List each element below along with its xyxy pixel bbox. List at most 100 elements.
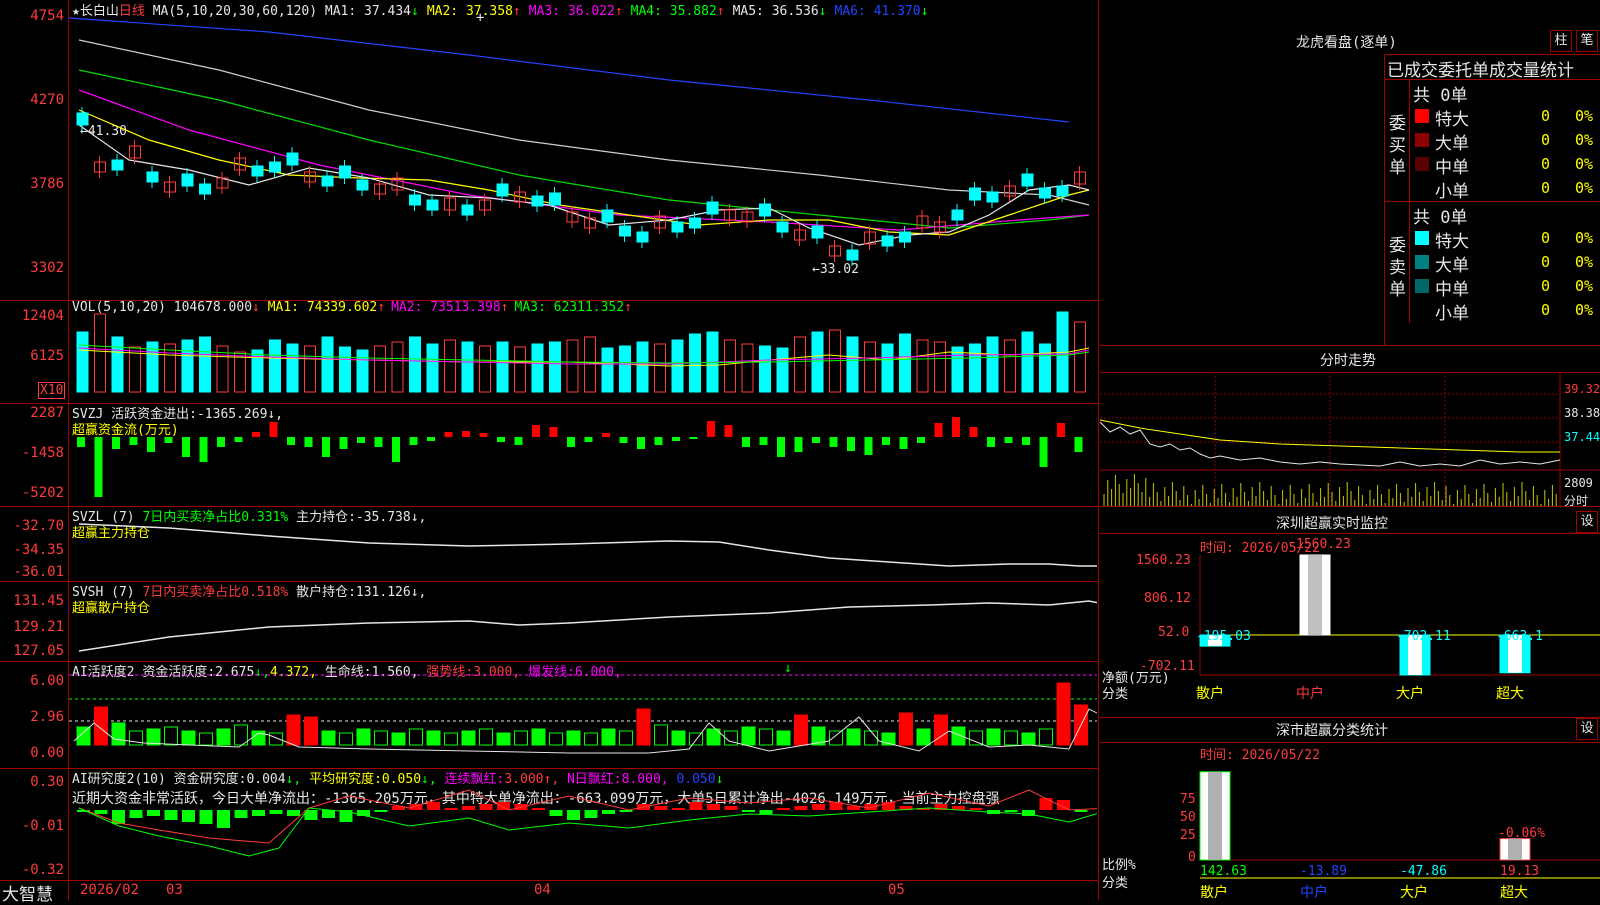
- monitor-value-label: 1560.23: [1296, 537, 1351, 552]
- candle: [409, 194, 421, 206]
- buy-row-count: 0: [1541, 179, 1551, 197]
- intraday-panel[interactable]: 分时走势 39.32 38.38 37.44 2809 分时: [1100, 346, 1600, 508]
- volume-bar: [531, 343, 544, 393]
- svzj-bar: [637, 437, 645, 449]
- volume-bar: [426, 343, 439, 393]
- buy-row-pct: 0%: [1575, 107, 1594, 125]
- volume-bar: [794, 336, 806, 393]
- ai-active-bar: [514, 730, 528, 746]
- svzj-bar: [357, 437, 365, 443]
- svzj-bar: [917, 437, 925, 443]
- svsh-ytick: 131.45: [13, 593, 64, 609]
- ai-research-bar: [619, 810, 633, 812]
- svzj-ytick: -5202: [21, 485, 64, 501]
- ai-research-bar: [217, 810, 230, 828]
- ai-research-bar: [969, 808, 983, 810]
- classify-category: 大户: [1400, 885, 1428, 901]
- brand-label: 大智慧: [2, 885, 53, 905]
- svzj-bar: [392, 437, 400, 462]
- ai-active-bar: [199, 732, 213, 746]
- svzj-bar: [619, 437, 628, 443]
- sell-row-pct: 0%: [1575, 277, 1594, 295]
- dragon-panel[interactable]: 龙虎看盘(逐单) 柱 笔 已成交委托单成交量统计 委买单 共 0单 特大 0 0% 大…: [1100, 0, 1600, 346]
- svzj-bar: [707, 421, 715, 437]
- volume-bar: [164, 343, 176, 393]
- svzj-bar: [952, 417, 960, 437]
- ai-active-bar: [444, 732, 458, 746]
- ai-research-bar: [707, 804, 720, 810]
- classify-bar-core: [1508, 838, 1522, 860]
- candle: [601, 209, 614, 223]
- svzj-bar: [427, 437, 435, 441]
- svzj-bar: [899, 437, 908, 449]
- svzl-pane[interactable]: SVZL (7) 7日内买卖净占比0.331% 主力持仓:-35.738↓, 超…: [0, 506, 1098, 582]
- ai-active-bar: [426, 730, 441, 746]
- ai-research-ytick: 0.30: [30, 774, 64, 790]
- ai-active-bar: [1004, 730, 1018, 746]
- ai-research-bar: [689, 802, 703, 810]
- volume-bar: [76, 331, 89, 393]
- sell-row-swatch: [1415, 231, 1429, 245]
- sell-total: 共 0单: [1413, 208, 1468, 228]
- volume-bar: [199, 336, 211, 393]
- svzj-bar: [129, 437, 138, 445]
- svsh-pane[interactable]: SVSH (7) 7日内买卖净占比0.518% 散户持仓:131.126↓, 超…: [0, 581, 1098, 662]
- ai-research-bar: [164, 810, 178, 820]
- ai-research-bar: [549, 810, 563, 816]
- monitor-panel[interactable]: 深圳超赢实时监控 设 时间: 2026/05/22 1560.23 806.12…: [1100, 507, 1600, 718]
- classify-value-label: 19.13: [1500, 864, 1540, 879]
- classify-y-unit: 比例%: [1102, 858, 1136, 873]
- volume-bar: [94, 313, 106, 393]
- svzj-pane[interactable]: SVZJ 活跃资金进出:-1365.269↓, 超赢资金流(万元) 2287 -…: [0, 403, 1098, 507]
- ai-research-bar: [777, 808, 790, 810]
- kline-pane[interactable]: ★长白山日线 MA(5,10,20,30,60,120) MA1: 37.434…: [0, 0, 1098, 301]
- sell-side-label: 委卖单: [1389, 236, 1406, 300]
- ai-active-bar: [339, 732, 353, 746]
- intraday-vol-tick: 2809: [1564, 476, 1593, 490]
- svzl-line: [78, 523, 1097, 567]
- classify-bars: [1199, 771, 1531, 861]
- svzl-ytick: -36.01: [13, 564, 64, 580]
- volume-bar: [864, 341, 876, 393]
- volume-bar: [881, 343, 894, 393]
- ai-research-chart: [77, 789, 1097, 857]
- svzj-chart: [77, 417, 1083, 497]
- volume-bar: [356, 349, 369, 393]
- svzl-ytick: -34.35: [13, 542, 64, 558]
- svsh-chart: [78, 600, 1097, 652]
- dragon-title: 龙虎看盘(逐单): [1296, 35, 1397, 51]
- svzj-bar: [147, 437, 155, 452]
- svzj-bar: [777, 437, 785, 457]
- volume-bar: [934, 341, 946, 393]
- ai-research-bar: [182, 810, 195, 822]
- ai-active-bar: [286, 714, 301, 746]
- ai-research-bar: [462, 806, 475, 810]
- ai-active-bar: [601, 728, 616, 746]
- svzj-bar: [409, 437, 418, 445]
- tick-mode-button[interactable]: 笔: [1576, 30, 1598, 52]
- ai-research-ytick: -0.01: [21, 818, 64, 834]
- ai-active-bar: [776, 730, 791, 746]
- volume-bar: [409, 336, 421, 393]
- intraday-ytick: 38.38: [1564, 406, 1600, 420]
- vol-ytick: 12404: [21, 308, 64, 324]
- volume-pane[interactable]: VOL(5,10,20) 104678.000↓ MA1: 74339.602↑…: [0, 300, 1098, 404]
- date-tick: 2026/02: [80, 882, 140, 898]
- candle: [636, 231, 649, 243]
- ai-research-bar: [234, 810, 248, 818]
- ai-active-bar: [671, 730, 686, 746]
- svzj-bar: [444, 432, 453, 437]
- candle: [689, 217, 701, 229]
- svzj-bar: [987, 437, 995, 447]
- classify-value-label: -47.86: [1400, 864, 1447, 879]
- bar-mode-button[interactable]: 柱: [1550, 30, 1572, 52]
- ai-active-pane[interactable]: AI活跃度2 资金活跃度:2.675↓,4.372, 生命线:1.560, 强势…: [0, 661, 1098, 769]
- volume-bar: [496, 341, 509, 393]
- intraday-ytick: 39.32: [1564, 382, 1600, 396]
- ai-research-pane[interactable]: AI研究度2(10) 资金研究度:0.004↓, 平均研究度:0.050↓, 连…: [0, 768, 1098, 881]
- svzj-bar: [1039, 437, 1048, 467]
- kline-chart[interactable]: [69, 0, 1097, 300]
- ai-active-bar: [269, 732, 283, 746]
- monitor-ytick: 52.0: [1158, 625, 1190, 640]
- classify-panel[interactable]: 深市超赢分类统计 设 时间: 2026/05/22 75 50 25 0 比例%…: [1100, 718, 1600, 901]
